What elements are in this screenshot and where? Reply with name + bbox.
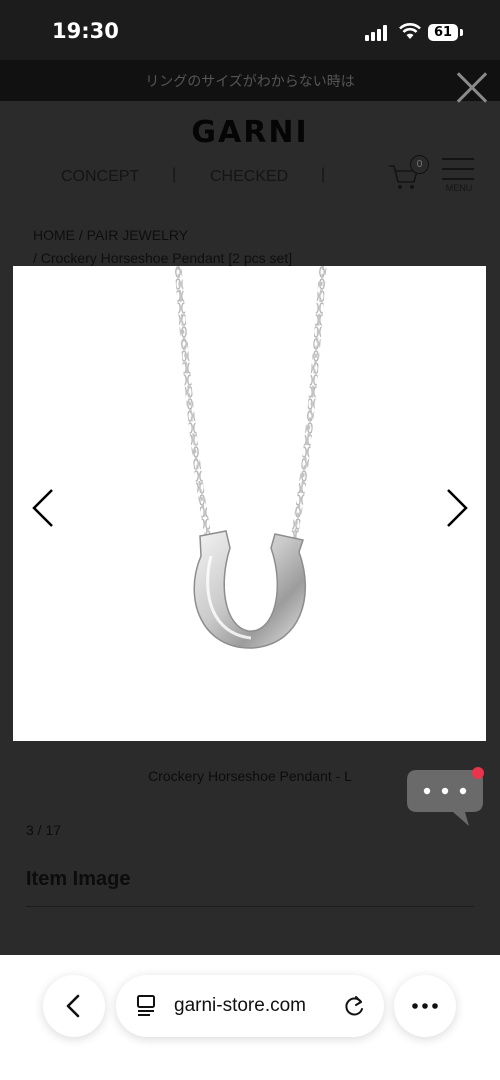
image-counter: 3 / 17 bbox=[26, 822, 62, 838]
breadcrumb-current: / Crockery Horseshoe Pendant [2 pcs set] bbox=[33, 250, 293, 266]
nav-concept[interactable]: CONCEPT bbox=[61, 168, 139, 186]
pendant-illustration bbox=[174, 265, 327, 649]
product-image[interactable] bbox=[13, 265, 486, 741]
address-bar[interactable]: garni-store.com bbox=[116, 975, 384, 1037]
next-image-arrow-icon[interactable] bbox=[442, 488, 472, 528]
browser-back-button[interactable] bbox=[43, 975, 105, 1037]
menu-label: MENU bbox=[445, 183, 473, 193]
battery-icon: 61 bbox=[428, 24, 458, 41]
top-banner[interactable]: リングのサイズがわからない時は bbox=[0, 60, 500, 101]
previous-image-arrow-icon[interactable] bbox=[30, 488, 60, 528]
browser-toolbar: garni-store.com bbox=[0, 955, 500, 1080]
more-options-button[interactable] bbox=[394, 975, 456, 1037]
breadcrumb: HOME / PAIR JEWELRY / Crockery Horseshoe… bbox=[33, 224, 292, 270]
reload-icon[interactable] bbox=[344, 994, 366, 1018]
status-bar: 19:30 61 bbox=[0, 0, 500, 60]
site-logo[interactable]: GARNI bbox=[0, 115, 500, 150]
section-divider bbox=[26, 906, 474, 907]
banner-text: リングのサイズがわからない時は bbox=[145, 73, 355, 89]
section-title: Item Image bbox=[26, 868, 131, 890]
ellipsis-icon bbox=[412, 1003, 438, 1009]
breadcrumb-separator: / bbox=[78, 227, 83, 243]
chevron-left-icon bbox=[66, 994, 80, 1018]
close-overlay-button[interactable] bbox=[455, 71, 489, 105]
breadcrumb-category[interactable]: PAIR JEWELRY bbox=[87, 227, 188, 243]
nav-separator: | bbox=[321, 166, 326, 183]
page-settings-icon[interactable] bbox=[136, 994, 158, 1018]
nav-separator: | bbox=[172, 166, 177, 183]
status-time: 19:30 bbox=[52, 19, 119, 43]
chat-bubble-icon[interactable] bbox=[407, 766, 485, 834]
battery-tip bbox=[460, 29, 463, 36]
nav-checked[interactable]: CHECKED bbox=[210, 168, 288, 186]
cellular-signal-icon bbox=[365, 25, 391, 41]
web-page: リングのサイズがわからない時は GARNI CONCEPT | CHECKED … bbox=[0, 60, 500, 955]
url-text: garni-store.com bbox=[174, 995, 306, 1016]
wifi-icon bbox=[399, 23, 421, 39]
breadcrumb-home[interactable]: HOME bbox=[33, 227, 75, 243]
cart-count-badge: 0 bbox=[410, 155, 429, 174]
